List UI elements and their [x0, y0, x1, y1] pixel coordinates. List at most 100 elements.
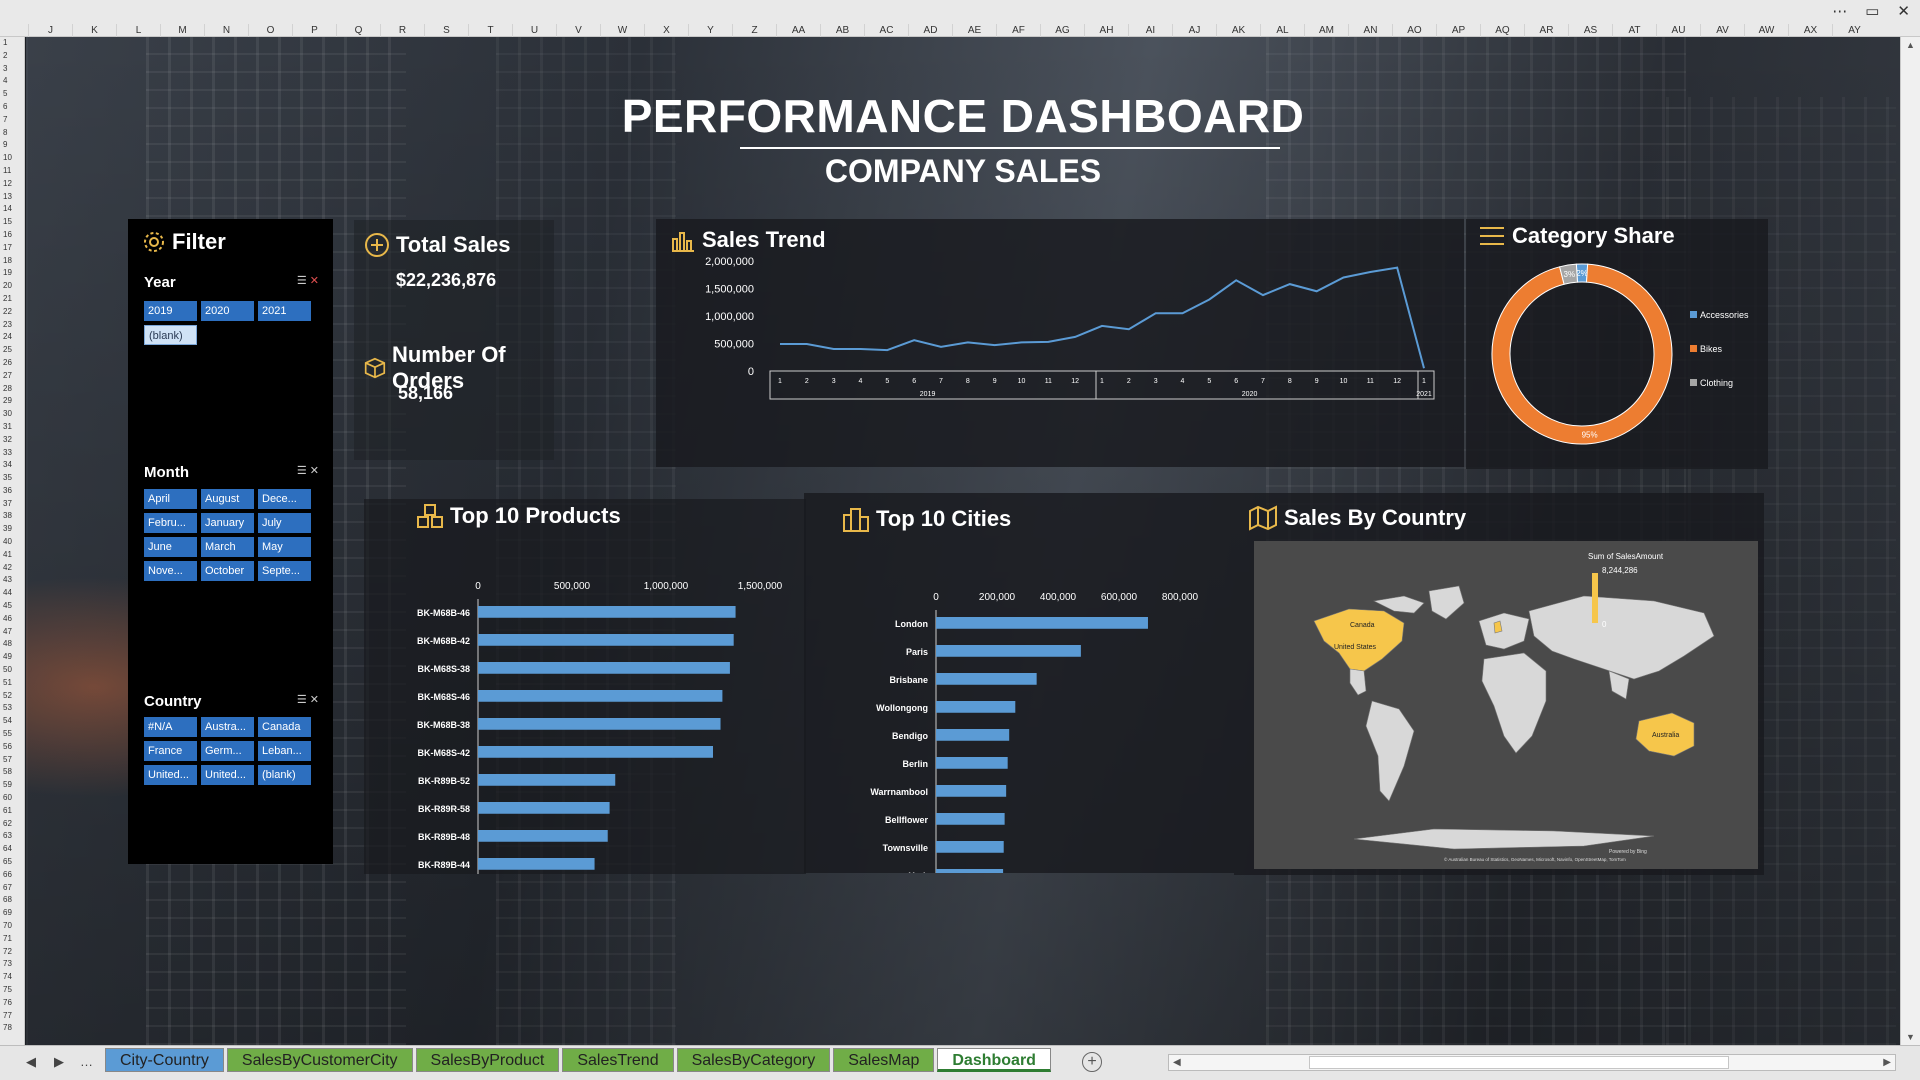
- row-header[interactable]: 70: [0, 920, 24, 933]
- world-map[interactable]: Canada United States Australia Sum of Sa…: [1254, 541, 1758, 869]
- vertical-scrollbar[interactable]: ▲ ▼: [1900, 37, 1920, 1045]
- country-slicer-item[interactable]: #N/A: [144, 717, 197, 737]
- sheet-tab-salesbyproduct[interactable]: SalesByProduct: [415, 1048, 560, 1072]
- row-header[interactable]: 64: [0, 843, 24, 856]
- country-slicer-item[interactable]: (blank): [258, 765, 311, 785]
- column-header-al[interactable]: AL: [1260, 24, 1304, 37]
- row-header[interactable]: 8: [0, 127, 24, 140]
- row-header[interactable]: 71: [0, 933, 24, 946]
- month-slicer-item[interactable]: Dece...: [258, 489, 311, 509]
- year-slicer-item[interactable]: 2021: [258, 301, 311, 321]
- row-header[interactable]: 28: [0, 383, 24, 396]
- month-slicer-item[interactable]: March: [201, 537, 254, 557]
- column-header-q[interactable]: Q: [336, 24, 380, 37]
- clear-filter-icon[interactable]: ✕: [310, 694, 319, 706]
- column-header-ag[interactable]: AG: [1040, 24, 1084, 37]
- row-header[interactable]: 21: [0, 293, 24, 306]
- column-header-ar[interactable]: AR: [1524, 24, 1568, 37]
- more-options-icon[interactable]: ⋯: [1832, 2, 1847, 20]
- row-header[interactable]: 47: [0, 626, 24, 639]
- row-header[interactable]: 56: [0, 741, 24, 754]
- month-slicer-item[interactable]: Septe...: [258, 561, 311, 581]
- country-slicer-item[interactable]: Leban...: [258, 741, 311, 761]
- row-header[interactable]: 55: [0, 728, 24, 741]
- column-header-r[interactable]: R: [380, 24, 424, 37]
- bar[interactable]: [936, 617, 1148, 629]
- row-header[interactable]: 48: [0, 638, 24, 651]
- column-header-av[interactable]: AV: [1700, 24, 1744, 37]
- row-header[interactable]: 67: [0, 882, 24, 895]
- column-header-ae[interactable]: AE: [952, 24, 996, 37]
- row-header[interactable]: 61: [0, 805, 24, 818]
- column-header-ak[interactable]: AK: [1216, 24, 1260, 37]
- column-header-ax[interactable]: AX: [1788, 24, 1832, 37]
- column-header-ad[interactable]: AD: [908, 24, 952, 37]
- row-header[interactable]: 2: [0, 50, 24, 63]
- row-header[interactable]: 32: [0, 434, 24, 447]
- row-header[interactable]: 75: [0, 984, 24, 997]
- country-slicer-item[interactable]: Canada: [258, 717, 311, 737]
- row-header[interactable]: 41: [0, 549, 24, 562]
- scroll-down-icon[interactable]: ▼: [1901, 1029, 1920, 1045]
- row-header[interactable]: 57: [0, 754, 24, 767]
- row-header[interactable]: 78: [0, 1022, 24, 1035]
- row-header[interactable]: 45: [0, 600, 24, 613]
- column-header-v[interactable]: V: [556, 24, 600, 37]
- sheet-tab-city-country[interactable]: City-Country: [105, 1048, 224, 1072]
- bar[interactable]: [478, 634, 734, 646]
- row-header[interactable]: 46: [0, 613, 24, 626]
- country-slicer-item[interactable]: France: [144, 741, 197, 761]
- row-header[interactable]: 14: [0, 203, 24, 216]
- column-header-an[interactable]: AN: [1348, 24, 1392, 37]
- column-header-am[interactable]: AM: [1304, 24, 1348, 37]
- row-header[interactable]: 36: [0, 485, 24, 498]
- multi-select-icon[interactable]: ☰: [297, 275, 307, 287]
- row-header[interactable]: 72: [0, 946, 24, 959]
- column-header-ai[interactable]: AI: [1128, 24, 1172, 37]
- row-header[interactable]: 65: [0, 856, 24, 869]
- month-slicer-item[interactable]: January: [201, 513, 254, 533]
- column-header-ap[interactable]: AP: [1436, 24, 1480, 37]
- row-header[interactable]: 35: [0, 472, 24, 485]
- column-header-j[interactable]: J: [28, 24, 72, 37]
- bar[interactable]: [936, 673, 1037, 685]
- multi-select-icon[interactable]: ☰: [297, 694, 307, 706]
- column-header-t[interactable]: T: [468, 24, 512, 37]
- bar[interactable]: [478, 858, 595, 870]
- row-header[interactable]: 62: [0, 818, 24, 831]
- month-slicer-item[interactable]: Nove...: [144, 561, 197, 581]
- row-header[interactable]: 40: [0, 536, 24, 549]
- month-slicer-item[interactable]: August: [201, 489, 254, 509]
- row-header[interactable]: 49: [0, 651, 24, 664]
- row-header[interactable]: 69: [0, 907, 24, 920]
- row-header[interactable]: 58: [0, 766, 24, 779]
- column-header-p[interactable]: P: [292, 24, 336, 37]
- row-header[interactable]: 7: [0, 114, 24, 127]
- row-header[interactable]: 4: [0, 75, 24, 88]
- bar[interactable]: [936, 869, 1004, 873]
- horizontal-scrollbar[interactable]: ◀ ▶: [1168, 1054, 1896, 1071]
- row-header[interactable]: 25: [0, 344, 24, 357]
- restore-icon[interactable]: ▭: [1865, 2, 1879, 20]
- bar[interactable]: [936, 785, 1007, 797]
- bar[interactable]: [936, 757, 1008, 769]
- row-header[interactable]: 1: [0, 37, 24, 50]
- month-slicer-item[interactable]: July: [258, 513, 311, 533]
- row-header[interactable]: 10: [0, 152, 24, 165]
- country-slicer-item[interactable]: United...: [201, 765, 254, 785]
- column-header-ay[interactable]: AY: [1832, 24, 1876, 37]
- row-header[interactable]: 44: [0, 587, 24, 600]
- row-header[interactable]: 52: [0, 690, 24, 703]
- column-header-y[interactable]: Y: [688, 24, 732, 37]
- column-header-af[interactable]: AF: [996, 24, 1040, 37]
- country-slicer-item[interactable]: Austra...: [201, 717, 254, 737]
- month-slicer-item[interactable]: April: [144, 489, 197, 509]
- scroll-thumb[interactable]: [1309, 1056, 1729, 1069]
- bar[interactable]: [478, 774, 616, 786]
- column-header-as[interactable]: AS: [1568, 24, 1612, 37]
- sheet-tab-dashboard[interactable]: Dashboard: [937, 1048, 1051, 1072]
- sheet-tab-salesbycustomercity[interactable]: SalesByCustomerCity: [226, 1048, 413, 1072]
- column-header-ao[interactable]: AO: [1392, 24, 1436, 37]
- row-header[interactable]: 37: [0, 498, 24, 511]
- row-header[interactable]: 77: [0, 1010, 24, 1023]
